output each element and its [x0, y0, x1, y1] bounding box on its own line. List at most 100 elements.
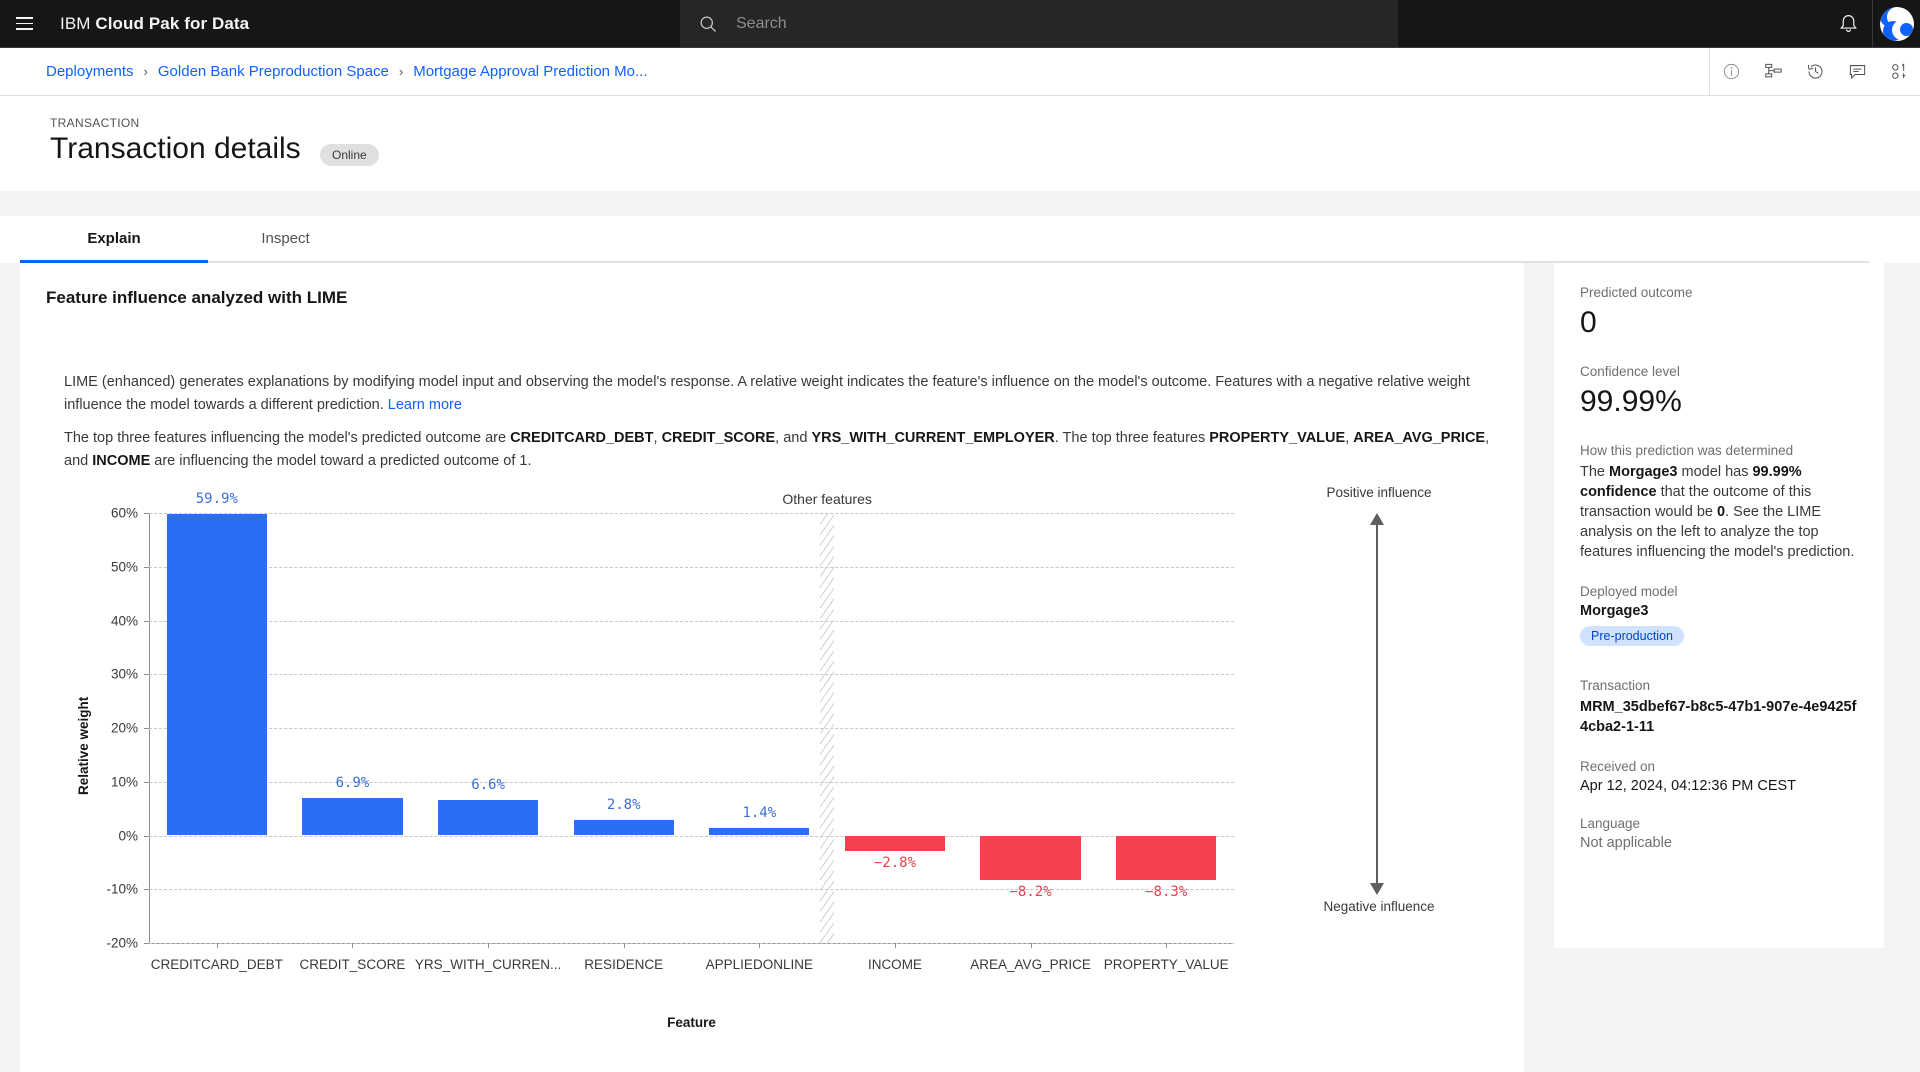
how-determined-label: How this prediction was determined	[1580, 443, 1858, 458]
positive-influence-label: Positive influence	[1299, 485, 1459, 501]
gridline	[149, 782, 1234, 783]
x-tick-label: CREDIT_SCORE	[300, 957, 406, 972]
breadcrumb-item-deployments[interactable]: Deployments	[46, 63, 134, 80]
brand-name: Cloud Pak for Data	[95, 14, 249, 33]
chevron-right-icon: ›	[144, 64, 148, 79]
chart-bar[interactable]	[438, 800, 538, 835]
y-tick-mark	[144, 836, 149, 837]
main-content: Feature influence analyzed with LIME LIM…	[0, 263, 1920, 1072]
chart-bar[interactable]	[845, 836, 945, 851]
x-tick-mark	[217, 943, 218, 948]
predicted-outcome-label: Predicted outcome	[1580, 285, 1858, 300]
y-tick-label: 50%	[68, 559, 138, 574]
influence-arrow-line	[1376, 523, 1378, 893]
how-a: The	[1580, 464, 1609, 480]
how-b: model has	[1678, 464, 1753, 480]
lime-description: LIME (enhanced) generates explanations b…	[64, 371, 1499, 417]
breadcrumb: Deployments › Golden Bank Preproduction …	[46, 63, 648, 80]
transaction-value: MRM_35dbef67-b8c5-47b1-907e-4e9425f4cba2…	[1580, 697, 1858, 737]
tab-inspect[interactable]: Inspect	[208, 216, 363, 263]
chart-bar[interactable]	[574, 820, 674, 835]
chevron-right-icon: ›	[399, 64, 403, 79]
chart-bar[interactable]	[980, 836, 1080, 880]
x-axis-title: Feature	[149, 1015, 1234, 1030]
y-tick-label: -10%	[68, 882, 138, 897]
gridline	[149, 567, 1234, 568]
breadcrumb-item-space[interactable]: Golden Bank Preproduction Space	[158, 63, 389, 80]
bar-value-label: −8.3%	[1145, 884, 1187, 900]
info-icon[interactable]	[1710, 48, 1752, 95]
y-tick-label: 0%	[68, 828, 138, 843]
comment-icon[interactable]	[1836, 48, 1878, 95]
x-tick-label: YRS_WITH_CURREN...	[415, 957, 561, 972]
search-icon	[698, 14, 718, 34]
language-label: Language	[1580, 816, 1858, 831]
history-icon[interactable]	[1794, 48, 1836, 95]
brand-prefix: IBM	[60, 14, 95, 33]
chart-bar[interactable]	[167, 514, 267, 836]
chart-bar[interactable]	[1116, 836, 1216, 881]
x-tick-mark	[488, 943, 489, 948]
other-features-label: Other features	[782, 491, 872, 507]
breadcrumb-item-model[interactable]: Mortgage Approval Prediction Mo...	[413, 63, 647, 80]
sep: ,	[654, 430, 662, 446]
gridline	[149, 728, 1234, 729]
feature-name: PROPERTY_VALUE	[1209, 430, 1345, 446]
lime-bar-chart: Relative weight 60%50%40%30%20%10%0%-10%…	[64, 485, 1504, 1065]
bar-value-label: −8.2%	[1009, 884, 1051, 900]
x-tick-label: PROPERTY_VALUE	[1104, 957, 1229, 972]
bar-value-label: −2.8%	[874, 855, 916, 871]
flow-hierarchy-icon[interactable]	[1752, 48, 1794, 95]
other-features-separator	[820, 513, 834, 943]
hamburger-menu-icon[interactable]	[0, 0, 48, 47]
binary-data-icon[interactable]	[1878, 48, 1920, 95]
received-on-value: Apr 12, 2024, 04:12:36 PM CEST	[1580, 778, 1858, 794]
pre-production-badge: Pre-production	[1580, 626, 1684, 646]
breadcrumb-bar: Deployments › Golden Bank Preproduction …	[0, 48, 1920, 96]
prediction-details-panel: Predicted outcome 0 Confidence level 99.…	[1554, 263, 1884, 948]
lime-description-text: LIME (enhanced) generates explanations b…	[64, 374, 1470, 413]
feature-name: CREDITCARD_DEBT	[510, 430, 653, 446]
tab-bar: Explain Inspect	[0, 216, 1920, 263]
bell-icon[interactable]	[1824, 0, 1872, 47]
learn-more-link[interactable]: Learn more	[388, 397, 462, 413]
gridline	[149, 513, 1234, 514]
tab-explain[interactable]: Explain	[20, 216, 208, 263]
y-tick-label: 20%	[68, 721, 138, 736]
search-input[interactable]	[736, 15, 1336, 33]
feature-name: AREA_AVG_PRICE	[1353, 430, 1485, 446]
gridline	[149, 621, 1234, 622]
how-outcome: 0	[1717, 504, 1725, 520]
chart-bar[interactable]	[709, 828, 809, 836]
negative-influence-label: Negative influence	[1299, 899, 1459, 915]
header-spacer	[0, 191, 1920, 216]
global-search[interactable]	[680, 0, 1398, 47]
how-determined-text: The Morgage3 model has 99.99% confidence…	[1580, 462, 1858, 562]
how-model: Morgage3	[1609, 464, 1678, 480]
deployed-model-value: Morgage3	[1580, 603, 1858, 619]
x-tick-mark	[1166, 943, 1167, 948]
bar-value-label: 6.9%	[336, 775, 370, 791]
card-title: Feature influence analyzed with LIME	[46, 288, 347, 308]
lime-card: Feature influence analyzed with LIME LIM…	[20, 263, 1524, 1072]
user-avatar[interactable]	[1872, 0, 1920, 47]
y-tick-mark	[144, 621, 149, 622]
chart-bar[interactable]	[302, 798, 402, 835]
page-eyebrow: TRANSACTION	[50, 116, 140, 130]
page-title: Transaction details	[50, 132, 301, 166]
x-tick-mark	[1031, 943, 1032, 948]
gridline	[149, 889, 1234, 890]
y-tick-label: 10%	[68, 774, 138, 789]
feature-name: YRS_WITH_CURRENT_EMPLOYER	[811, 430, 1054, 446]
chart-plot-area: 60%50%40%30%20%10%0%-10%-20%59.9%CREDITC…	[149, 513, 1234, 943]
y-tick-label: 40%	[68, 613, 138, 628]
y-tick-label: 30%	[68, 667, 138, 682]
received-on-label: Received on	[1580, 759, 1858, 774]
arrow-down-icon	[1370, 883, 1384, 895]
page-header: TRANSACTION Transaction details Online	[0, 96, 1920, 191]
x-tick-mark	[624, 943, 625, 948]
summary-tail: are influencing the model toward a predi…	[150, 453, 531, 469]
feature-name: CREDIT_SCORE	[662, 430, 776, 446]
language-value: Not applicable	[1580, 835, 1858, 851]
breadcrumb-actions	[1709, 48, 1920, 95]
